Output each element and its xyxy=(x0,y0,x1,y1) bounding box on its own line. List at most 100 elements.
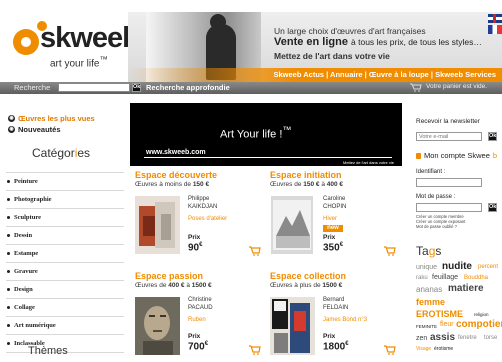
tag-link[interactable]: unique xyxy=(416,264,437,271)
tag-link[interactable]: assis xyxy=(430,332,455,343)
card-work-title[interactable]: Ruben xyxy=(188,317,206,323)
newsletter-email-input[interactable] xyxy=(416,132,482,141)
logo-text: skweeb xyxy=(40,22,140,54)
tag-link[interactable]: Bouddha xyxy=(464,275,488,281)
tag-link[interactable]: Visage xyxy=(416,346,431,352)
advanced-search-link[interactable]: Recherche approfondie xyxy=(146,83,230,92)
card-price: 1800€ xyxy=(323,341,349,353)
bullet-icon xyxy=(7,180,10,183)
card-work-title[interactable]: James Bond n°3 xyxy=(323,317,367,323)
search-input[interactable] xyxy=(58,83,130,92)
tag-link[interactable]: feuillage xyxy=(432,274,458,281)
cart-icon[interactable] xyxy=(410,83,422,92)
left-sidebar: ◉ Œuvres les plus vues ◉ Nouveautés Caté… xyxy=(0,94,130,362)
card-title[interactable]: Espace collection xyxy=(270,271,400,281)
identifiant-label: Identifiant : xyxy=(416,169,446,175)
tag-link[interactable]: femme xyxy=(416,297,445,307)
category-item-photographie[interactable]: Photographie xyxy=(7,196,52,203)
category-item-design[interactable]: Design xyxy=(7,286,33,293)
card-passion: Espace passion Œuvres de 400 € à 1500 € … xyxy=(135,271,265,362)
tag-link[interactable]: nudite xyxy=(442,261,472,272)
category-item-gravure[interactable]: Gravure xyxy=(7,268,38,275)
add-to-cart-icon[interactable] xyxy=(249,345,261,355)
french-flag-icon[interactable] xyxy=(488,25,502,34)
bullet-icon xyxy=(7,252,10,255)
category-item-dessin[interactable]: Dessin xyxy=(7,232,32,239)
categories-title: Catégories xyxy=(32,146,91,160)
card-decouverte: Espace découverte Œuvres à moins de 150 … xyxy=(135,170,265,262)
category-item-peinture[interactable]: Peinture xyxy=(7,178,38,185)
tag-link[interactable]: matiere xyxy=(448,283,484,294)
new-badge: new xyxy=(323,225,343,232)
card-artist: Philippe KAIKDJAN xyxy=(188,196,218,210)
category-item-sculpture[interactable]: Sculpture xyxy=(7,214,41,221)
card-title[interactable]: Espace découverte xyxy=(135,170,265,180)
divider xyxy=(6,334,124,335)
category-item-estampe[interactable]: Estampe xyxy=(7,250,38,257)
tag-link[interactable]: raku xyxy=(416,275,428,281)
card-price: 700€ xyxy=(188,341,209,353)
artwork-thumbnail[interactable] xyxy=(270,196,315,254)
divider xyxy=(6,190,124,191)
logo-tagline: art your life™ xyxy=(50,54,108,70)
artwork-thumbnail[interactable] xyxy=(135,196,180,254)
add-to-cart-icon[interactable] xyxy=(384,345,396,355)
password-input[interactable] xyxy=(416,203,482,212)
divider xyxy=(6,316,124,317)
card-work-title[interactable]: Poses d'atelier xyxy=(188,216,227,222)
search-bar: Recherche Ok Recherche approfondie Votre… xyxy=(0,82,502,94)
bullet-icon xyxy=(7,342,10,345)
banner-line-2: Vente en ligne à tous les prix, de tous … xyxy=(274,36,482,48)
tag-link[interactable]: fenetre xyxy=(458,335,477,341)
tag-link[interactable]: érotisme xyxy=(434,346,453,352)
lock-icon xyxy=(416,152,421,159)
banner-line-3: Mettez de l'art dans votre vie xyxy=(274,51,390,61)
tag-link[interactable]: religion xyxy=(474,312,489,317)
hero-banner: Art Your life !™ www.skweeb.com Mettez d… xyxy=(130,103,402,166)
card-title[interactable]: Espace initiation xyxy=(270,170,400,180)
tag-link[interactable]: EROTISME xyxy=(416,309,463,319)
card-price: 90€ xyxy=(188,242,203,254)
newsletter-ok-button[interactable]: Ok xyxy=(488,132,497,141)
english-flag-icon[interactable] xyxy=(488,14,502,23)
new-works-link[interactable]: ◉ Nouveautés xyxy=(8,125,61,134)
bullet-icon xyxy=(7,288,10,291)
add-to-cart-icon[interactable] xyxy=(384,246,396,256)
newsletter-label: Recevoir la newsletter xyxy=(416,118,480,125)
arrow-circle-icon: ◉ xyxy=(8,126,15,133)
tag-link[interactable]: torse xyxy=(484,335,497,341)
bullet-icon xyxy=(7,198,10,201)
card-artist: Caroline CHOPIN xyxy=(323,196,347,210)
artwork-thumbnail[interactable] xyxy=(270,297,315,355)
tag-link[interactable]: FEMINITE xyxy=(416,324,437,329)
search-ok-button[interactable]: Ok xyxy=(132,83,141,92)
category-item-collage[interactable]: Collage xyxy=(7,304,35,311)
header-nav-links[interactable]: Skweeb Actus | Annuaire | Œuvre à la lou… xyxy=(128,68,502,82)
bullet-icon xyxy=(7,270,10,273)
divider xyxy=(6,298,124,299)
login-ok-button[interactable]: Ok xyxy=(488,203,497,212)
divider xyxy=(6,280,124,281)
artwork-thumbnail[interactable] xyxy=(135,297,180,355)
tag-link[interactable]: fleur xyxy=(440,321,454,328)
card-price: 350€ xyxy=(323,242,344,254)
tag-link[interactable]: percent xyxy=(478,264,498,270)
forgot-password-link[interactable]: Mot de passe oublié ? xyxy=(416,224,457,229)
card-subtitle: Œuvres de 150 € à 400 € xyxy=(270,181,344,188)
divider xyxy=(6,226,124,227)
category-item-art-numerique[interactable]: Art numérique xyxy=(7,322,56,329)
bullet-icon xyxy=(7,324,10,327)
tag-link[interactable]: compotier xyxy=(456,319,502,330)
add-to-cart-icon[interactable] xyxy=(249,246,261,256)
header-banner: Un large choix d'œuvres d'art françaises… xyxy=(128,12,502,82)
card-work-title[interactable]: Hiver xyxy=(323,216,337,222)
skweeb-logo[interactable]: skweeb art your life™ xyxy=(12,14,140,74)
card-title[interactable]: Espace passion xyxy=(135,271,265,281)
divider xyxy=(6,172,124,173)
password-label: Mot de passe : xyxy=(416,194,456,200)
tag-link[interactable]: zen xyxy=(416,335,427,342)
bullet-icon xyxy=(7,216,10,219)
popular-works-link[interactable]: ◉ Œuvres les plus vues xyxy=(8,114,95,123)
identifiant-input[interactable] xyxy=(416,178,482,187)
tag-link[interactable]: ananas xyxy=(416,285,442,294)
